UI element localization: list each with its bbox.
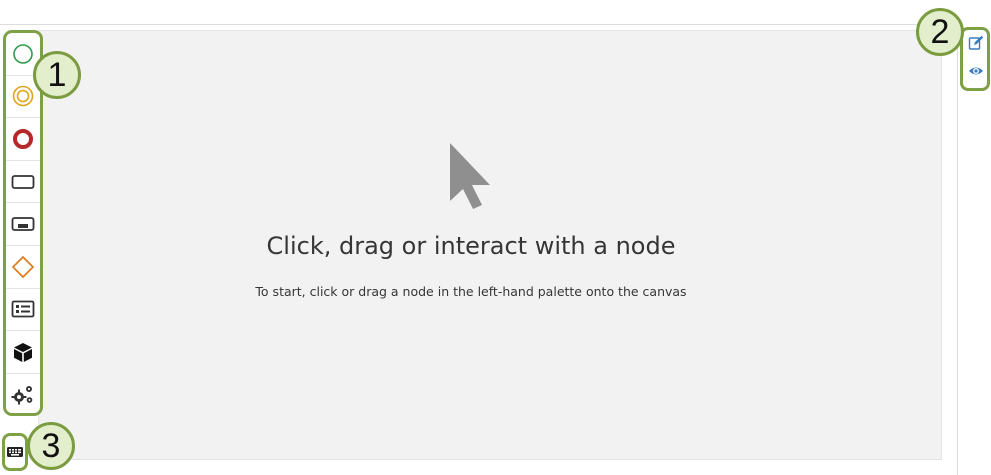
- callout-badge-3: 3: [27, 422, 75, 470]
- keyboard-icon: [7, 447, 23, 457]
- double-circle-icon: [12, 86, 34, 107]
- circle-thick-icon: [13, 128, 33, 149]
- circle-thin-icon: [13, 43, 33, 64]
- eye-icon[interactable]: [968, 63, 984, 79]
- top-divider: [0, 24, 958, 25]
- right-toolbar: [960, 27, 990, 91]
- list-card-icon: [11, 300, 35, 318]
- edit-icon[interactable]: [968, 35, 984, 51]
- pointer-cursor-icon: [450, 143, 490, 209]
- palette-item-task[interactable]: [6, 161, 40, 204]
- gears-icon: [11, 386, 33, 405]
- palette-item-gateway[interactable]: [6, 246, 40, 289]
- callout-badge-1: 1: [33, 51, 81, 99]
- palette-item-end-event[interactable]: [6, 118, 40, 161]
- callout-badge-2: 2: [916, 8, 964, 56]
- keyboard-shortcuts-button[interactable]: [2, 433, 28, 471]
- rectangle-icon: [11, 174, 35, 189]
- rectangle-collapsed-icon: [11, 217, 35, 232]
- palette-item-data-object[interactable]: [6, 289, 40, 332]
- empty-state-subtitle: To start, click or drag a node in the le…: [255, 284, 687, 299]
- diamond-icon: [11, 255, 35, 278]
- empty-state-title: Click, drag or interact with a node: [266, 232, 676, 260]
- palette-item-settings[interactable]: [6, 374, 40, 413]
- cube-icon: [14, 342, 32, 362]
- palette-item-sub-process[interactable]: [6, 203, 40, 246]
- palette-item-cube[interactable]: [6, 331, 40, 374]
- right-panel-divider: [957, 24, 958, 475]
